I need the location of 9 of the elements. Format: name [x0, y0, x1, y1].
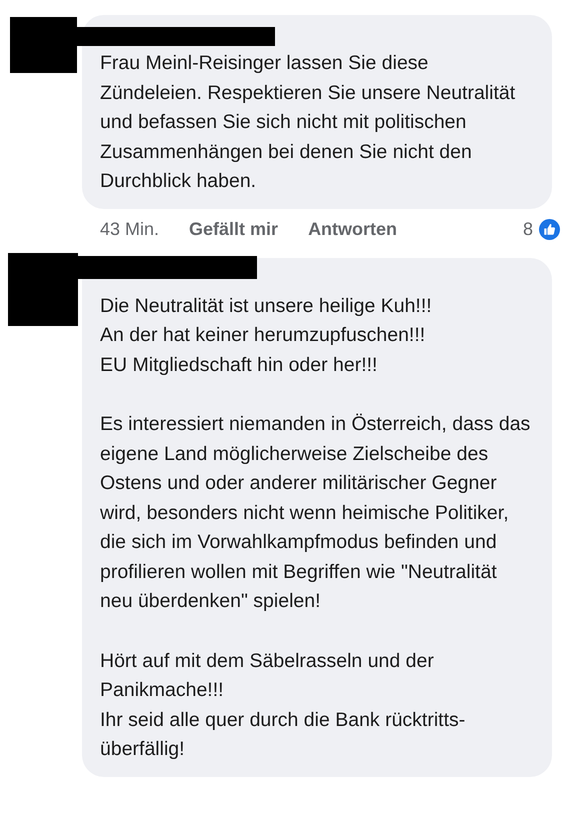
- comment-action-link[interactable]: Antworten: [308, 218, 398, 240]
- comment-text: Es interessiert niemanden in Österreich, dass das eigene Land möglicherweise Zielscheibe des Ostens und oder anderer militärischer Gegner wird, besonders nicht wenn heimische Politiker, die sich im Vorwahlkampfmodus befinden und profilieren wollen mit Begriffen wie "Neutralität neu überdenken" spielen!: [100, 412, 532, 614]
- comment-text: Die Neutralität ist unsere heilige Kuh!!! An der hat keiner herumzupfuschen!!! EU Mitgliedschaft hin oder her!!!: [100, 294, 433, 378]
- timestamp: 43 Min.: [100, 218, 160, 240]
- comment-text: Hört auf mit dem Säbelrasseln und der Panikmache!!! Ihr seid alle quer durch die Bank rücktritts-überfällig!: [100, 648, 466, 762]
- thumbs-up-icon: [539, 218, 560, 240]
- reaction-count: 8: [522, 218, 533, 240]
- comment-text: Frau Meinl-Reisinger lassen Sie diese Zündeleien. Respektieren Sie unsere Neutralität und befassen Sie sich nicht mit politischen Zusammenhängen bei denen Sie nicht den Durchblick haben.: [100, 51, 516, 194]
- comment-action-link[interactable]: Gefällt mir: [189, 218, 278, 240]
